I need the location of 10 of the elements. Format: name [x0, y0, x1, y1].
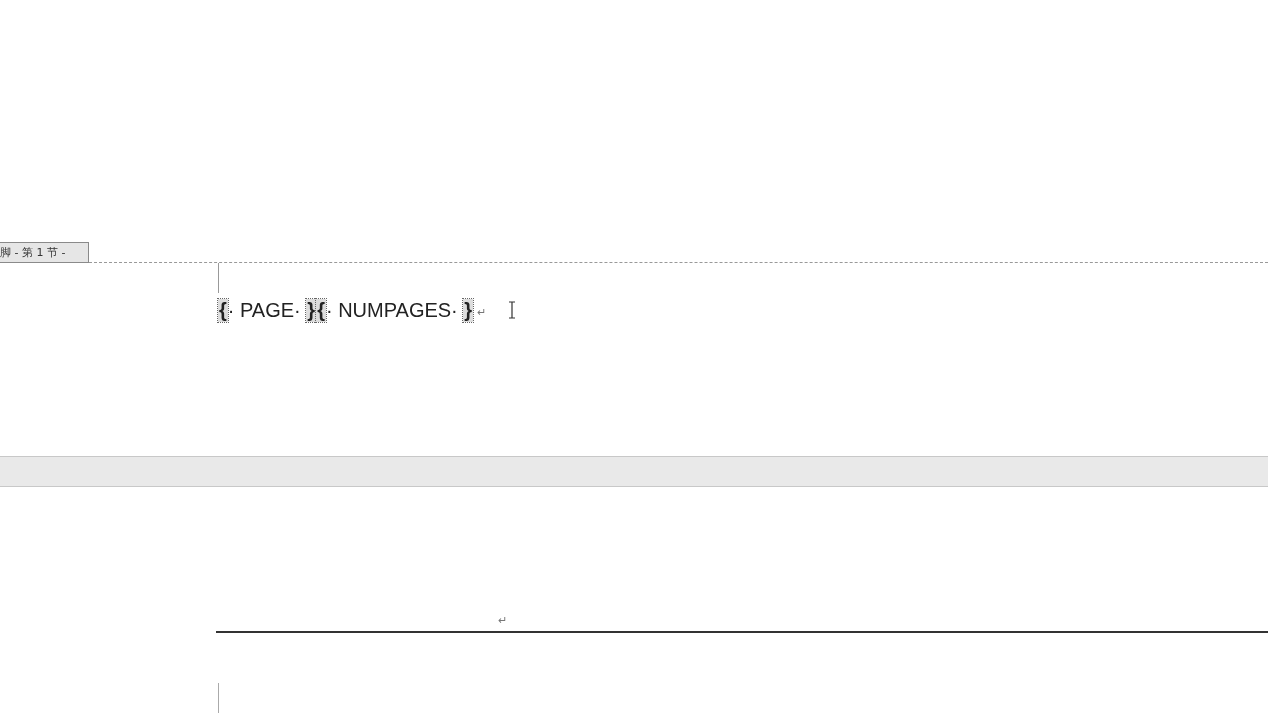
paragraph-mark: ↵ [477, 306, 487, 319]
field-code: · NUMPAGES· [325, 298, 459, 322]
field-open-brace: { [316, 298, 326, 322]
footer-section-tag: 脚 - 第 1 节 - [0, 242, 89, 263]
field-code: · PAGE· [227, 298, 302, 322]
field-close-brace: } [463, 298, 474, 322]
field-open-brace: { [218, 298, 228, 322]
field-close-brace: } [306, 298, 317, 322]
text-cursor-icon [508, 301, 517, 319]
paragraph-mark: ↵ [497, 614, 507, 627]
